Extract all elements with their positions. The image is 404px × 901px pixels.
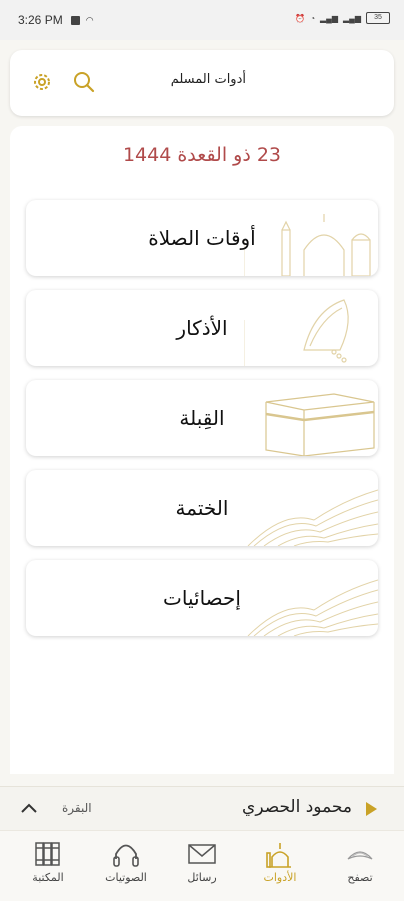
tool-label: الأذكار [176, 316, 228, 340]
status-time: 3:26 PM [18, 13, 63, 27]
nav-label: الصوتيات [105, 871, 147, 884]
signal-icon: ▂▄▆ [320, 13, 339, 23]
reciter-name: محمود الحصري [242, 797, 352, 817]
tool-label: الختمة [175, 496, 229, 520]
envelope-icon [188, 844, 216, 864]
play-icon[interactable] [364, 801, 378, 817]
nav-label: تصفح [347, 871, 373, 884]
status-bar: 3:26 PM ◠ ⏰ ◔ ▂▄▆ ▂▄▆ 35 [0, 0, 404, 40]
nav-label: رسائل [187, 871, 217, 884]
chevron-up-icon[interactable] [20, 801, 38, 815]
mini-player[interactable]: محمود الحصري البقرة [0, 786, 404, 831]
gear-icon[interactable] [30, 70, 54, 94]
wifi-small-icon: ◠ [85, 14, 94, 25]
nav-item-browse[interactable]: تصفح [320, 831, 400, 901]
nav-item-audio[interactable]: الصوتيات [86, 831, 166, 901]
app-header: أدوات المسلم [10, 50, 394, 116]
signal-icon-2: ▂▄▆ [343, 13, 361, 23]
tool-card-khatma[interactable]: الختمة [26, 470, 378, 546]
alarm-icon: ⏰ [295, 13, 306, 23]
page-title: أدوات المسلم [170, 72, 246, 87]
tools-mosque-icon [266, 843, 291, 868]
nav-item-library[interactable]: المكتبة [8, 831, 88, 901]
books-icon [35, 842, 60, 866]
nav-label: الأدوات [263, 871, 297, 884]
tool-card-adhkar[interactable]: الأذكار [26, 290, 378, 366]
wifi-icon: ◔ [310, 13, 316, 23]
hijri-date: 23 ذو القعدة 1444 [122, 144, 282, 166]
bottom-nav: تصفح الأدوات رسائل الصوتيات المكتبة [0, 830, 404, 901]
tool-card-qibla[interactable]: القِبلة [26, 380, 378, 456]
surah-name: البقرة [62, 801, 92, 815]
notification-icon [70, 15, 80, 25]
tool-card-statistics[interactable]: إحصائيات [26, 560, 378, 636]
battery-icon: 35 [366, 12, 390, 24]
quran-icon [347, 851, 373, 860]
nav-item-messages[interactable]: رسائل [162, 831, 242, 901]
tool-label: القِبلة [179, 406, 225, 430]
status-icons: ⏰ ◔ ▂▄▆ ▂▄▆ 35 [295, 12, 390, 24]
tool-label: إحصائيات [163, 586, 241, 610]
headphones-icon [113, 844, 139, 867]
nav-label: المكتبة [32, 871, 64, 884]
tool-label: أوقات الصلاة [148, 226, 256, 250]
nav-item-tools[interactable]: الأدوات [240, 831, 320, 901]
tool-card-prayer-times[interactable]: أوقات الصلاة [26, 200, 378, 276]
search-icon[interactable] [72, 70, 96, 94]
